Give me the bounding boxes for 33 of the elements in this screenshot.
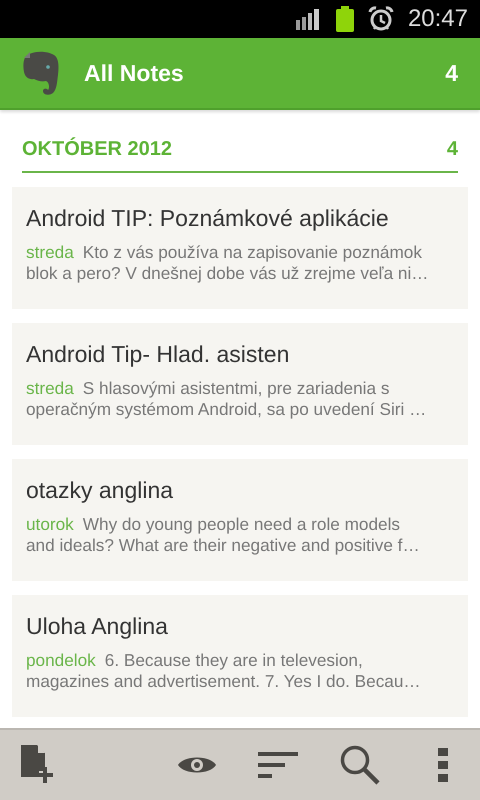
sort-icon[interactable] xyxy=(258,752,298,778)
section-title: OKTÓBER 2012 xyxy=(22,138,172,161)
note-card[interactable]: Uloha Anglina pondelok 6. Because they are in televesion, magazines and advertisement. 7. Yes I do. Becau… xyxy=(12,595,468,717)
section-count: 4 xyxy=(446,138,458,161)
note-card[interactable]: otazky anglina utorok Why do young people need a role models and ideals? What are their negative and positive f… xyxy=(12,459,468,581)
alarm-clock-icon xyxy=(368,6,394,32)
note-date: utorok xyxy=(26,514,74,535)
note-title: Uloha Anglina xyxy=(26,613,168,640)
battery-icon xyxy=(336,6,354,32)
new-note-icon[interactable] xyxy=(21,745,53,783)
note-date: pondelok xyxy=(26,650,96,671)
note-card[interactable]: Android TIP: Poznámkové aplikácie streda Kto z vás používa na zapisovanie poznámok blok a pero? V dnešnej dobe vás už zrejme veľa ni… xyxy=(12,187,468,309)
app-title: All Notes xyxy=(84,60,185,86)
note-snippet-line: operačným systémom Android, sa po uvedení Siri … xyxy=(26,399,426,420)
note-title: otazky anglina xyxy=(26,477,174,504)
note-title: Android Tip- Hlad. asisten xyxy=(26,341,290,368)
note-title: Android TIP: Poznámkové aplikácie xyxy=(26,205,389,232)
note-snippet-line: S hlasovými asistentmi, pre zariadenia s xyxy=(82,378,390,399)
note-date: streda xyxy=(26,378,74,399)
note-date: streda xyxy=(26,242,74,263)
signal-icon xyxy=(296,8,322,30)
status-time: 20:47 xyxy=(408,5,468,33)
note-snippet-line: 6. Because they are in televesion, xyxy=(104,650,363,671)
note-card[interactable]: Android Tip- Hlad. asisten streda S hlasovými asistentmi, pre zariadenia s operačným systémom Android, sa po uvedení Siri … xyxy=(12,323,468,445)
note-snippet-line: magazines and advertisement. 7. Yes I do. Becau… xyxy=(26,671,421,692)
menu-icon[interactable] xyxy=(438,748,448,782)
note-snippet-line: and ideals? What are their negative and positive f… xyxy=(26,535,420,556)
view-icon[interactable] xyxy=(178,758,216,772)
note-snippet-line: blok a pero? V dnešnej dobe vás už zrejme veľa ni… xyxy=(26,263,428,284)
note-snippet-line: Kto z vás používa na zapisovanie poznámok xyxy=(82,242,422,263)
note-count: 4 xyxy=(445,60,458,86)
search-icon[interactable] xyxy=(340,746,380,785)
note-snippet-line: Why do young people need a role models xyxy=(82,514,400,535)
